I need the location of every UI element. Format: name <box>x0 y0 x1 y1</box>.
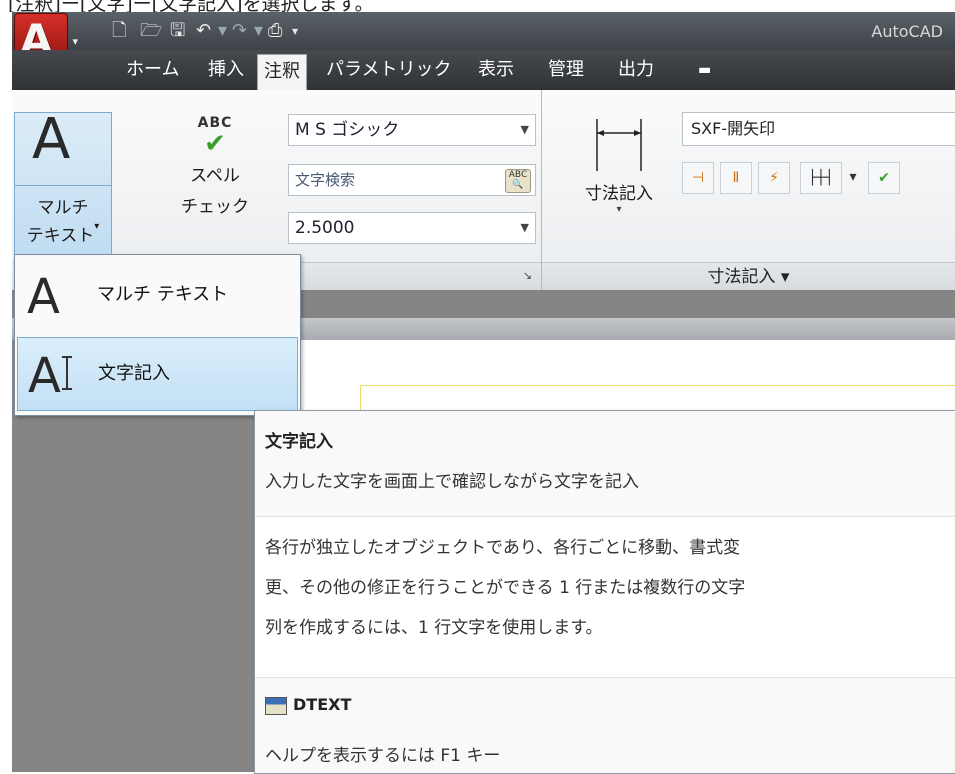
spell-label-line1: スペル <box>190 166 240 186</box>
chevron-down-icon: ▾ <box>616 204 622 215</box>
menu-item-multiline-text[interactable]: A マルチ テキスト <box>17 259 296 331</box>
command-name: DTEXT <box>293 695 352 714</box>
text-cursor-icon <box>62 356 72 390</box>
text-large-a-icon: A <box>32 107 71 172</box>
tab-view[interactable]: 表示 <box>472 50 520 90</box>
tooltip-command: DTEXT <box>265 695 351 715</box>
dim-space-icon[interactable]: Ⅱ <box>720 162 752 194</box>
undo-icon[interactable]: ↶ <box>196 20 211 42</box>
chevron-down-icon: ▾ <box>72 35 78 48</box>
tooltip-description-line: 列を作成するには、1 行文字を使用します。 <box>265 618 603 638</box>
customize-dropdown-icon[interactable]: ▾ <box>292 20 298 42</box>
tab-manage[interactable]: 管理 <box>542 50 590 90</box>
command-icon <box>265 696 287 715</box>
dimension-label: 寸法記入 <box>585 184 653 204</box>
panel-dialog-launcher-icon[interactable]: ↘ <box>523 269 532 282</box>
panel-divider <box>541 90 542 290</box>
tooltip-description: 各行が独立したオブジェクトであり、各行ごとに移動、書式変 更、その他の修正を行う… <box>255 516 955 678</box>
tab-home[interactable]: ホーム <box>120 50 185 90</box>
save-icon[interactable]: 🖫 <box>170 20 185 42</box>
spell-label-line2: チェック <box>181 197 249 217</box>
chevron-down-icon: ▼ <box>520 123 529 136</box>
open-file-icon[interactable]: 🗁 <box>140 20 162 42</box>
text-dropdown-menu: A マルチ テキスト A 文字記入 <box>14 254 301 416</box>
find-replace-icon[interactable]: ABC 🔍 <box>505 169 531 193</box>
text-height-select[interactable]: 2.5000 ▼ <box>288 212 536 244</box>
multiline-text-button[interactable]: A マルチ テキスト▾ <box>14 107 112 262</box>
split-divider <box>15 185 111 186</box>
redo-dropdown-icon[interactable]: ▾ <box>254 20 263 42</box>
chevron-down-icon: ▼ <box>520 221 529 234</box>
dimension-button[interactable]: 寸法記入 ▾ <box>562 115 676 245</box>
menu-item-label: 文字記入 <box>98 363 170 384</box>
dimension-style-value: SXF-開矢印 <box>691 119 776 138</box>
tooltip-subtitle: 入力した文字を画面上で確認しながら文字を記入 <box>265 472 639 492</box>
print-icon[interactable]: ⎙ <box>268 20 282 42</box>
dim-inspect-icon[interactable]: ✔ <box>868 162 900 194</box>
new-file-icon[interactable]: 🗋 <box>112 20 126 42</box>
app-title: AutoCAD <box>871 22 943 41</box>
font-value: M S ゴシック <box>295 120 400 140</box>
dimension-style-select[interactable]: SXF-開矢印 <box>682 112 955 146</box>
checkmark-icon: ✔ <box>204 129 226 159</box>
multiline-text-icon: A <box>27 269 60 325</box>
tooltip-description-line: 各行が独立したオブジェクトであり、各行ごとに移動、書式変 <box>265 538 741 558</box>
find-text-input[interactable]: 文字検索 ABC 🔍 <box>288 164 536 196</box>
tab-parametric[interactable]: パラメトリック <box>320 50 457 90</box>
redo-icon[interactable]: ↷ <box>232 20 247 42</box>
drawing-border-line <box>360 385 955 386</box>
tab-annotate[interactable]: 注釈 <box>257 54 307 91</box>
dim-break-icon[interactable]: ⚡ <box>758 162 790 194</box>
single-line-text-icon: A <box>28 348 61 404</box>
tooltip-help-hint: ヘルプを表示するには F1 キー <box>265 746 501 766</box>
tooltip-description-line: 更、その他の修正を行うことができる 1 行または複数行の文字 <box>265 578 746 598</box>
instruction-strip: [注釈]ー[文字]ー[文字記入]を選択します。 <box>0 0 955 12</box>
chevron-down-icon[interactable]: ▾ <box>846 162 860 192</box>
menu-item-label: マルチ テキスト <box>97 284 229 305</box>
instruction-text: [注釈]ー[文字]ー[文字記入]を選択します。 <box>8 0 374 12</box>
text-height-value: 2.5000 <box>295 218 355 238</box>
command-tooltip: 文字記入 入力した文字を画面上で確認しながら文字を記入 各行が独立したオブジェク… <box>254 410 955 774</box>
ribbon-tab-bar: ホーム 挿入 注釈 パラメトリック 表示 管理 出力 ▬ <box>12 50 955 91</box>
tab-output[interactable]: 出力 <box>612 50 660 90</box>
linear-dimension-icon <box>596 119 642 171</box>
find-placeholder: 文字検索 <box>295 171 356 189</box>
tab-more-icon[interactable]: ▬ <box>692 50 717 90</box>
font-select[interactable]: M S ゴシック ▼ <box>288 114 536 146</box>
undo-dropdown-icon[interactable]: ▾ <box>218 20 227 42</box>
tab-insert[interactable]: 挿入 <box>202 50 250 90</box>
multitext-label-line1: マルチ <box>37 198 89 218</box>
menu-item-single-line-text[interactable]: A 文字記入 <box>17 337 298 411</box>
dim-continue-icon[interactable]: ⊣ <box>682 162 714 194</box>
tooltip-title: 文字記入 <box>265 432 333 452</box>
spell-check-button[interactable]: ABC ✔ スペル チェック <box>176 115 254 261</box>
multitext-label-line2: テキスト▾ <box>26 221 100 246</box>
dim-baseline-icon[interactable]: ├┼┤ <box>800 162 842 194</box>
dimension-panel-footer[interactable]: 寸法記入 ▾ <box>542 262 955 291</box>
